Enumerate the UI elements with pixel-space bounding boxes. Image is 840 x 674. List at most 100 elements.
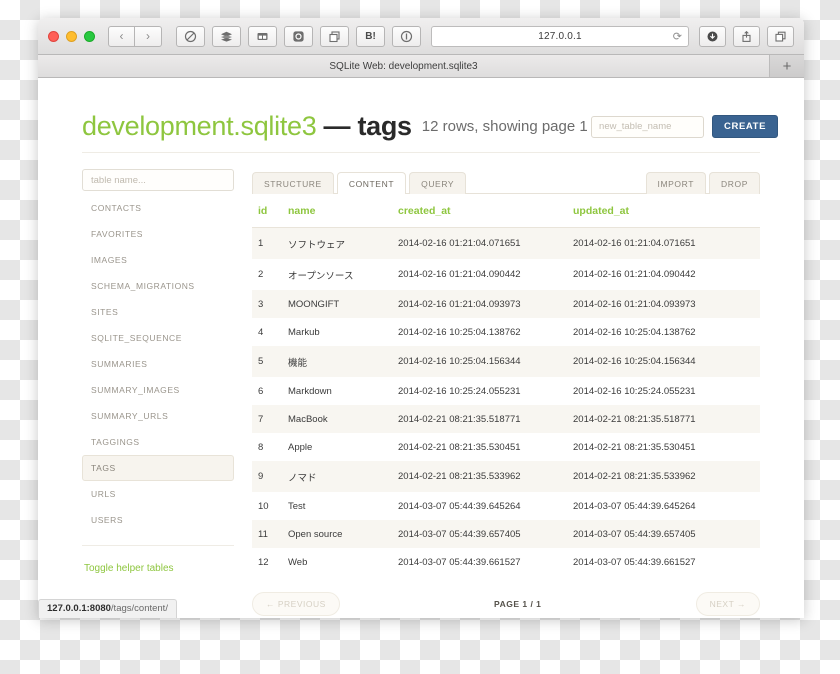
cell-created-at: 2014-02-16 01:21:04.071651 [398,238,521,249]
address-url: 127.0.0.1 [538,30,582,42]
sidebar-item-urls[interactable]: URLS [82,481,234,507]
sidebar-divider [82,545,234,546]
sidebar-item-images[interactable]: IMAGES [82,247,234,273]
previous-page-button[interactable]: ← PREVIOUS [252,592,340,616]
new-table-name-input[interactable] [591,115,705,138]
table-row[interactable]: 10 Test 2014-03-07 05:44:39.645264 2014-… [252,492,760,520]
back-button[interactable]: ‹ [108,25,135,47]
cell-id: 11 [258,528,268,540]
table-row[interactable]: 2 オープンソース 2014-02-16 01:21:04.090442 201… [252,259,760,290]
tab-content[interactable]: CONTENT [336,172,407,194]
table-row[interactable]: 8 Apple 2014-02-21 08:21:35.530451 2014-… [252,433,760,461]
chevron-right-icon: › [146,29,150,43]
reading-list-button[interactable] [212,25,241,47]
new-tab-button[interactable]: + [770,55,804,77]
chevron-left-icon: ‹ [119,29,124,43]
sidebar-item-summary-urls[interactable]: SUMMARY_URLS [82,403,234,429]
cell-created-at: 2014-02-21 08:21:35.530451 [398,441,521,453]
table-row[interactable]: 7 MacBook 2014-02-21 08:21:35.518771 201… [252,405,760,433]
cell-name: Web [288,556,308,568]
cell-updated-at: 2014-02-21 08:21:35.518771 [573,413,696,425]
tab-overview-button[interactable] [248,25,277,47]
tabs-icon [775,31,786,42]
cell-name: Open source [288,528,343,540]
table-row[interactable]: 12 Web 2014-03-07 05:44:39.661527 2014-0… [252,548,760,576]
window-controls [48,30,95,42]
sidebar-item-contacts[interactable]: CONTACTS [82,195,234,221]
create-table-button[interactable]: CREATE [712,115,778,138]
toggle-helper-tables-link[interactable]: Toggle helper tables [82,563,174,574]
table-head: id name created_at updated_at [252,194,760,228]
sidebar-item-summary-images[interactable]: SUMMARY_IMAGES [82,377,234,403]
close-window-button[interactable] [48,30,59,42]
sidebar-item-tags[interactable]: TAGS [82,455,234,481]
downloads-button[interactable] [699,25,726,47]
table-search-input[interactable] [82,169,234,191]
table-header-row: id name created_at updated_at [252,194,760,228]
maximize-window-button[interactable] [84,30,95,42]
status-bar-url-preview: 127.0.0.1:8080/tags/content/ [38,599,177,618]
page-indicator: PAGE 1 / 1 [494,599,542,609]
column-header-name[interactable]: name [282,194,392,228]
browser-window: ‹ › B! 127.0.0.1 ⟳ SQLite Web: developme… [38,18,804,618]
sidebar-item-summaries[interactable]: SUMMARIES [82,351,234,377]
block-content-button[interactable] [176,25,205,47]
next-page-button[interactable]: NEXT → [695,592,761,616]
table-row[interactable]: 1 ソフトウェア 2014-02-16 01:21:04.071651 2014… [252,227,760,259]
cell-id: 2 [258,269,264,280]
table-row[interactable]: 6 Markdown 2014-02-16 10:25:24.055231 20… [252,377,760,405]
toolbar-icon-row: B! [176,25,421,47]
tab-structure[interactable]: STRUCTURE [252,172,334,194]
cell-created-at: 2014-02-21 08:21:35.533962 [398,471,521,482]
cell-created-at: 2014-03-07 05:44:39.661527 [398,556,521,568]
forward-button[interactable]: › [135,25,162,47]
bang-icon: B! [365,30,376,42]
address-bar[interactable]: 127.0.0.1 ⟳ [431,25,689,47]
bang-button[interactable]: B! [356,25,385,47]
status-bar-host: 127.0.0.1:8080 [47,603,111,614]
table-list: CONTACTS FAVORITES IMAGES SCHEMA_MIGRATI… [82,195,234,533]
show-tabs-button[interactable] [767,25,794,47]
drop-button[interactable]: DROP [709,172,760,194]
target-button[interactable] [284,25,313,47]
download-icon [707,31,718,41]
cell-updated-at: 2014-02-16 10:25:04.138762 [573,326,696,338]
table-row[interactable]: 9 ノマド 2014-02-21 08:21:35.533962 2014-02… [252,461,760,492]
cell-name: 機能 [288,357,308,369]
table-row[interactable]: 3 MOONGIFT 2014-02-16 01:21:04.093973 20… [252,290,760,318]
tab-query[interactable]: QUERY [409,172,467,194]
navigation-buttons: ‹ › [108,25,162,47]
sidebar-item-schema-migrations[interactable]: SCHEMA_MIGRATIONS [82,273,234,299]
sidebar-item-users[interactable]: USERS [82,507,234,533]
import-button[interactable]: IMPORT [645,172,707,194]
cell-id: 12 [258,556,269,568]
sidebar-item-favorites[interactable]: FAVORITES [82,221,234,247]
sidebar-item-sqlite-sequence[interactable]: SQLITE_SEQUENCE [82,325,234,351]
column-header-id[interactable]: id [252,194,282,228]
reload-icon[interactable]: ⟳ [673,30,682,43]
minimize-window-button[interactable] [66,30,77,42]
table-body: 1 ソフトウェア 2014-02-16 01:21:04.071651 2014… [252,227,760,576]
tab-strip: SQLite Web: development.sqlite3 + [38,55,804,78]
column-header-created-at[interactable]: created_at [392,194,567,228]
column-header-updated-at[interactable]: updated_at [567,194,760,228]
duplicate-window-button[interactable] [320,25,349,47]
table-row[interactable]: 4 Markub 2014-02-16 10:25:04.138762 2014… [252,318,760,346]
cell-name: Test [288,500,306,512]
browser-tab-active[interactable]: SQLite Web: development.sqlite3 [38,55,770,77]
cell-id: 4 [258,326,264,338]
sidebar-item-sites[interactable]: SITES [82,299,234,325]
table-row[interactable]: 5 機能 2014-02-16 10:25:04.156344 2014-02-… [252,346,760,377]
cell-created-at: 2014-02-16 01:21:04.090442 [398,269,521,280]
cell-updated-at: 2014-02-16 10:25:04.156344 [573,356,696,367]
info-button[interactable] [392,25,421,47]
create-button-label: CREATE [724,121,766,132]
table-row[interactable]: 11 Open source 2014-03-07 05:44:39.65740… [252,520,760,548]
cell-name: MOONGIFT [288,298,340,310]
cell-id: 1 [258,238,264,249]
browser-toolbar: ‹ › B! 127.0.0.1 ⟳ [38,18,804,55]
cell-created-at: 2014-02-16 10:25:04.156344 [398,356,521,367]
row-count-meta: 12 rows, showing page 1 [421,118,588,135]
sidebar-item-taggings[interactable]: TAGGINGS [82,429,234,455]
share-button[interactable] [733,25,760,47]
